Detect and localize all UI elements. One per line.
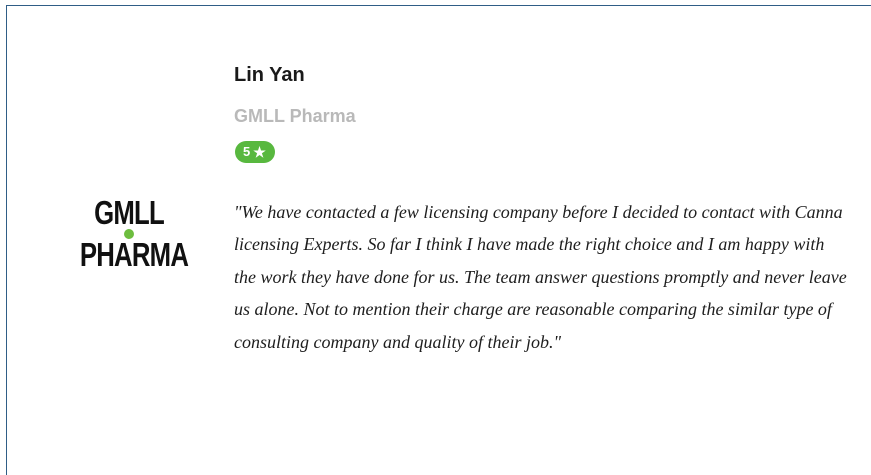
company-logo: GMLL PHARMA bbox=[66, 196, 192, 272]
star-icon: ★ bbox=[253, 144, 266, 160]
rating-badge: 5 ★ bbox=[235, 141, 275, 163]
reviewer-name: Lin Yan bbox=[234, 64, 305, 86]
logo-text-line-2: PHARMA bbox=[79, 236, 189, 273]
logo-text-line-1: GMLL bbox=[94, 194, 165, 231]
rating-value: 5 bbox=[243, 144, 251, 159]
testimonial-quote: "We have contacted a few licensing compa… bbox=[234, 202, 847, 352]
reviewer-company: GMLL Pharma bbox=[234, 106, 356, 126]
